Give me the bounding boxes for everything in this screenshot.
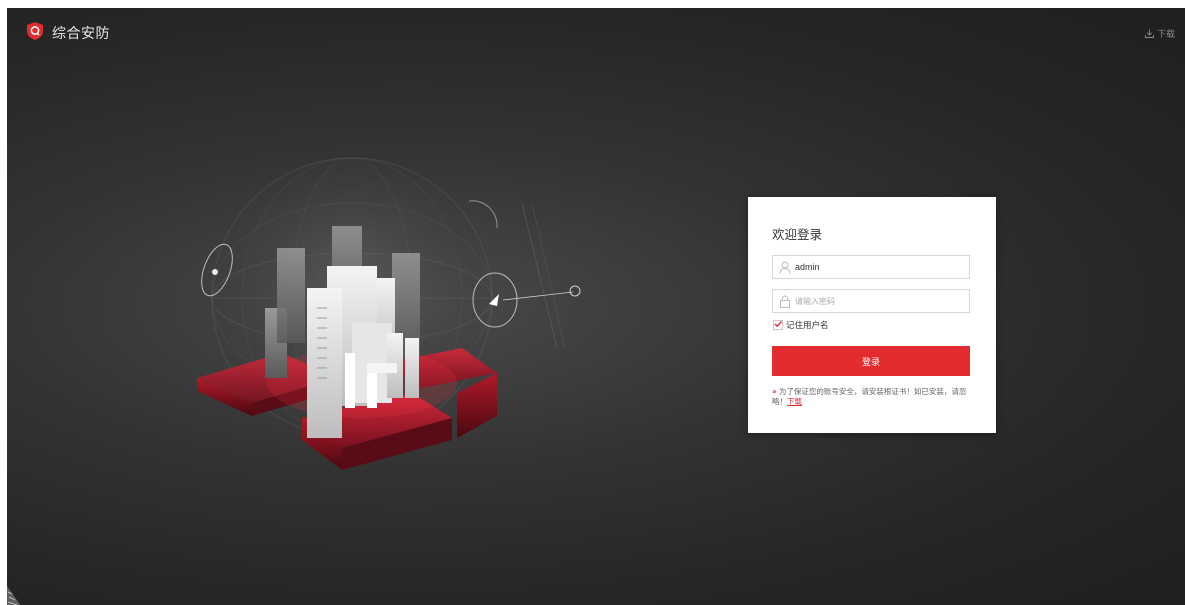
check-icon <box>774 320 783 328</box>
app-title: 综合安防 <box>52 26 110 42</box>
login-title: 欢迎登录 <box>772 227 823 242</box>
certificate-tip: » 为了保证您的账号安全，请安装根证书！如已安装，请忽略！下载 <box>772 387 972 407</box>
download-link[interactable]: 下载 <box>1145 27 1175 40</box>
login-page-background: 综合安防 下载 欢迎登录 admin 记住用户名 登录 » 为了保证您的账号安全… <box>7 8 1185 605</box>
remember-username[interactable]: 记住用户名 <box>773 319 829 331</box>
password-input[interactable] <box>795 292 965 310</box>
remember-checkbox[interactable] <box>773 320 783 330</box>
top-bar: 综合安防 下载 <box>7 8 1185 52</box>
login-card: 欢迎登录 记住用户名 登录 »为了保证您的账号 <box>748 197 996 433</box>
download-label: 下载 <box>1156 30 1175 40</box>
username-input[interactable] <box>795 258 965 276</box>
shield-logo-icon <box>27 22 43 40</box>
lock-icon <box>780 295 790 308</box>
username-field[interactable] <box>772 255 970 279</box>
user-icon <box>779 261 791 274</box>
certificate-download-link[interactable]: 下载 <box>787 397 802 406</box>
remember-label: 记住用户名 <box>786 321 829 331</box>
download-icon <box>1145 29 1154 38</box>
corner-pattern <box>7 586 21 605</box>
login-button[interactable]: 登录 <box>772 346 970 376</box>
city-globe-illustration <box>197 157 581 470</box>
double-chevron-icon: » <box>772 387 777 396</box>
password-field[interactable] <box>772 289 970 313</box>
